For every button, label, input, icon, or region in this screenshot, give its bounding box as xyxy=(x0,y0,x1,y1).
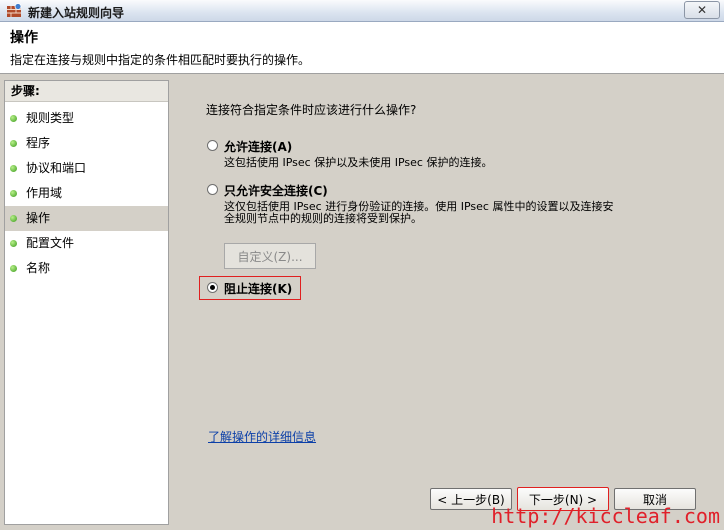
sidebar-item-name[interactable]: 名称 xyxy=(5,256,168,281)
window-title: 新建入站规则向导 xyxy=(28,6,125,20)
sidebar-item-scope[interactable]: 作用域 xyxy=(5,181,168,206)
sidebar-item-action[interactable]: 操作 xyxy=(5,206,168,231)
sidebar-item-label: 操作 xyxy=(26,211,51,225)
close-button[interactable]: ✕ xyxy=(684,1,720,19)
allow-connection-description: 这包括使用 IPsec 保护以及未使用 IPsec 保护的连接。 xyxy=(224,156,493,169)
step-bullet-icon xyxy=(10,240,17,247)
page-title: 操作 xyxy=(10,30,38,46)
sidebar-item-label: 协议和端口 xyxy=(26,161,87,175)
step-bullet-icon xyxy=(10,265,17,272)
block-connection-label[interactable]: 阻止连接(K) xyxy=(224,280,292,297)
block-connection-radio[interactable] xyxy=(207,282,218,293)
sidebar-item-label: 名称 xyxy=(26,261,51,275)
allow-connection-radio[interactable] xyxy=(207,140,218,151)
allow-secure-description-line-2: 全规则节点中的规则的连接将受到保护。 xyxy=(224,212,422,225)
sidebar-item-label: 规则类型 xyxy=(26,111,75,125)
wizard-header: 操作 指定在连接与规则中指定的条件相匹配时要执行的操作。 xyxy=(0,22,724,74)
step-bullet-icon xyxy=(10,140,17,147)
action-question: 连接符合指定条件时应该进行什么操作? xyxy=(206,103,417,117)
sidebar-item-label: 配置文件 xyxy=(26,236,75,250)
sidebar-item-profile[interactable]: 配置文件 xyxy=(5,231,168,256)
watermark: http://kiccleaf.com xyxy=(491,504,720,528)
sidebar-item-label: 程序 xyxy=(26,136,51,150)
customize-button[interactable]: 自定义(Z)... xyxy=(224,243,316,269)
allow-secure-radio[interactable] xyxy=(207,184,218,195)
action-panel: 连接符合指定条件时应该进行什么操作? 允许连接(A) 这包括使用 IPsec 保… xyxy=(170,80,724,530)
step-bullet-icon xyxy=(10,190,17,197)
step-bullet-icon xyxy=(10,215,17,222)
allow-secure-label[interactable]: 只允许安全连接(C) xyxy=(224,182,328,199)
page-subtitle: 指定在连接与规则中指定的条件相匹配时要执行的操作。 xyxy=(10,53,311,67)
steps-heading: 步骤: xyxy=(5,81,168,102)
step-bullet-icon xyxy=(10,115,17,122)
firewall-app-icon xyxy=(7,3,22,17)
allow-connection-label[interactable]: 允许连接(A) xyxy=(224,138,292,155)
sidebar-item-rule-type[interactable]: 规则类型 xyxy=(5,106,168,131)
sidebar-item-protocol-ports[interactable]: 协议和端口 xyxy=(5,156,168,181)
close-icon: ✕ xyxy=(696,3,708,17)
title-bar[interactable]: 新建入站规则向导 ✕ xyxy=(0,0,724,22)
sidebar-item-label: 作用域 xyxy=(26,186,63,200)
steps-sidebar: 步骤: 规则类型 程序 协议和端口 作用域 操作 配置文件 名称 xyxy=(4,80,169,525)
sidebar-item-program[interactable]: 程序 xyxy=(5,131,168,156)
step-bullet-icon xyxy=(10,165,17,172)
learn-more-link[interactable]: 了解操作的详细信息 xyxy=(208,428,316,445)
